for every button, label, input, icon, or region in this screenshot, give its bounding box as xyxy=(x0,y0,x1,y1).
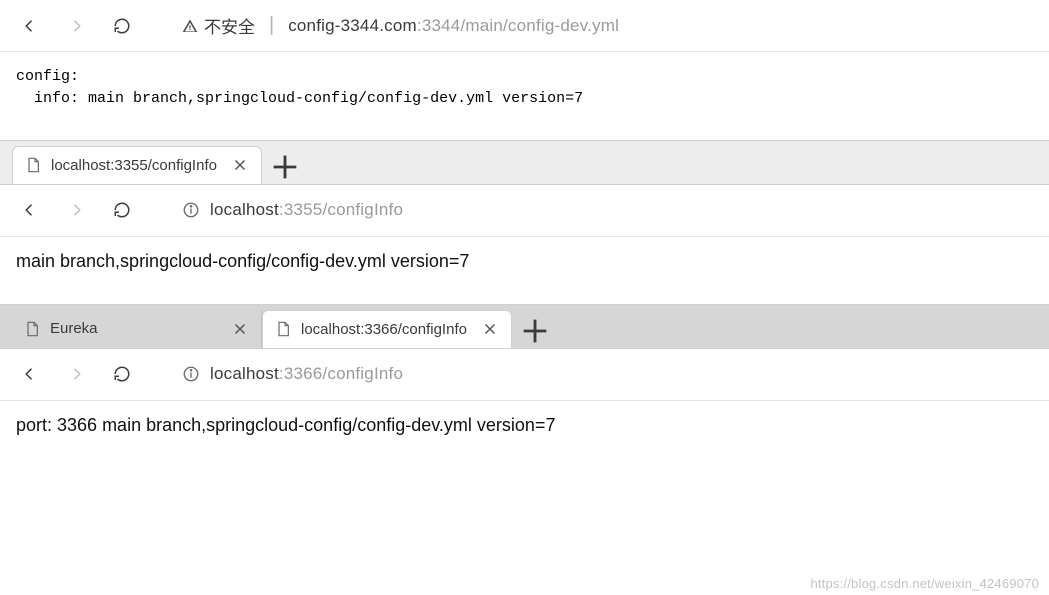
browser-window-1: 不安全 | config-3344.com:3344/main/config-d… xyxy=(0,0,1049,140)
tab-close-button[interactable] xyxy=(231,320,249,338)
browser-window-3: Eureka localhost:3366/configInfo xyxy=(0,304,1049,468)
security-indicator-info xyxy=(182,365,200,383)
info-icon xyxy=(182,201,200,219)
insecure-label-text: 不安全 xyxy=(204,13,255,38)
browser-window-2: localhost:3355/configInfo localhost:3355… xyxy=(0,140,1049,304)
close-icon xyxy=(231,156,249,174)
address-separator: | xyxy=(269,14,274,37)
back-button[interactable] xyxy=(14,10,46,42)
tab-inactive[interactable]: Eureka xyxy=(12,310,262,348)
reload-button[interactable] xyxy=(106,358,138,390)
file-icon xyxy=(24,321,40,337)
back-button[interactable] xyxy=(14,194,46,226)
toolbar: localhost:3355/configInfo xyxy=(0,185,1049,237)
toolbar: 不安全 | config-3344.com:3344/main/config-d… xyxy=(0,0,1049,52)
address-bar[interactable]: localhost:3355/configInfo xyxy=(152,200,1035,220)
tab-close-button[interactable] xyxy=(481,320,499,338)
info-icon xyxy=(182,365,200,383)
reload-button[interactable] xyxy=(106,194,138,226)
file-icon xyxy=(275,321,291,337)
forward-button[interactable] xyxy=(60,358,92,390)
new-tab-button[interactable] xyxy=(518,314,552,348)
tab-strip: localhost:3355/configInfo xyxy=(0,141,1049,185)
address-bar[interactable]: localhost:3366/configInfo xyxy=(152,364,1035,384)
tab-active[interactable]: localhost:3355/configInfo xyxy=(12,146,262,184)
forward-button[interactable] xyxy=(60,194,92,226)
security-indicator-info xyxy=(182,201,200,219)
plus-icon xyxy=(268,150,302,184)
watermark: https://blog.csdn.net/weixin_42469070 xyxy=(810,576,1039,591)
reload-button[interactable] xyxy=(106,10,138,42)
back-button[interactable] xyxy=(14,358,46,390)
file-icon xyxy=(25,157,41,173)
close-icon xyxy=(481,320,499,338)
tab-active[interactable]: localhost:3366/configInfo xyxy=(262,310,512,348)
new-tab-button[interactable] xyxy=(268,150,302,184)
tab-title: Eureka xyxy=(50,320,221,337)
toolbar: localhost:3366/configInfo xyxy=(0,349,1049,401)
close-icon xyxy=(231,320,249,338)
tab-title: localhost:3355/configInfo xyxy=(51,157,221,174)
address-bar[interactable]: 不安全 | config-3344.com:3344/main/config-d… xyxy=(152,13,1035,38)
url-text: localhost:3366/configInfo xyxy=(210,364,403,384)
page-content: config: info: main branch,springcloud-co… xyxy=(0,52,1049,140)
tab-close-button[interactable] xyxy=(231,156,249,174)
forward-button[interactable] xyxy=(60,10,92,42)
url-text: config-3344.com:3344/main/config-dev.yml xyxy=(288,16,619,36)
plus-icon xyxy=(518,314,552,348)
tab-strip: Eureka localhost:3366/configInfo xyxy=(0,305,1049,349)
warning-icon xyxy=(182,18,198,34)
page-content: main branch,springcloud-config/config-de… xyxy=(0,237,1049,304)
security-indicator-insecure: 不安全 xyxy=(182,13,255,38)
url-text: localhost:3355/configInfo xyxy=(210,200,403,220)
tab-title: localhost:3366/configInfo xyxy=(301,321,471,338)
page-content: port: 3366 main branch,springcloud-confi… xyxy=(0,401,1049,468)
